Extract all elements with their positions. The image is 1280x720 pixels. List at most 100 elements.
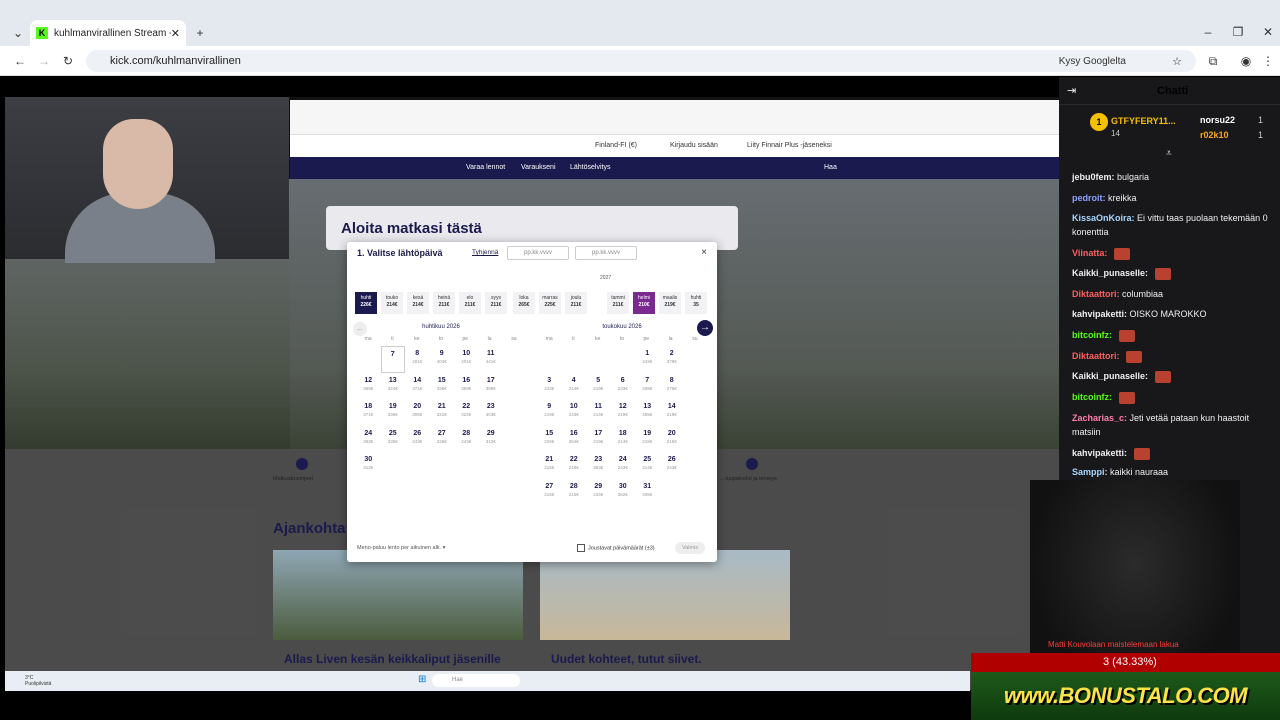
calendar-day[interactable]: 21 321€ xyxy=(430,399,455,426)
chat-username[interactable]: Kaikki_punaselle: xyxy=(1072,268,1148,278)
chat-username[interactable]: Zacharias_c: xyxy=(1072,413,1127,423)
chat-username[interactable]: jebu0fem: xyxy=(1072,172,1115,182)
calendar-day[interactable]: 8 275€ xyxy=(660,373,685,400)
card-title-1[interactable]: Allas Liven kesän keikkaliput jäsenille xyxy=(284,652,501,666)
calendar-day[interactable]: 28 215€ xyxy=(562,479,587,506)
calendar-day[interactable]: 12 369€ xyxy=(356,373,381,400)
chat-username[interactable]: pedroit: xyxy=(1072,193,1106,203)
calendar-day[interactable]: 16 359€ xyxy=(454,373,479,400)
month-cell[interactable]: loka 265€ xyxy=(513,292,535,314)
month-cell[interactable]: maalis 219€ xyxy=(659,292,681,314)
calendar-day[interactable]: 1 243€ xyxy=(635,346,660,373)
calendar-day[interactable]: 14 371€ xyxy=(405,373,430,400)
calendar-day[interactable]: 24 243€ xyxy=(611,452,636,479)
calendar-day[interactable]: 15 226€ xyxy=(537,426,562,453)
calendar-day[interactable]: 23 403€ xyxy=(479,399,504,426)
chat-filter-icon[interactable]: ⩡ xyxy=(1166,148,1172,159)
gifter-2-name[interactable]: norsu22 xyxy=(1200,115,1235,125)
calendar-day[interactable]: 5 219€ xyxy=(586,373,611,400)
price-basis-dropdown[interactable]: Meno-paluu lento per aikuinen alk. ▾ xyxy=(357,545,445,551)
close-window-icon[interactable]: ✕ xyxy=(1260,24,1276,40)
calendar-day[interactable]: 21 215€ xyxy=(537,452,562,479)
nav-search[interactable]: Haa xyxy=(824,164,837,171)
depart-date-field[interactable]: pp.kk.vvvv xyxy=(507,246,569,260)
calendar-day[interactable]: 31 406€ xyxy=(635,479,660,506)
calendar-day[interactable]: 24 362€ xyxy=(356,426,381,453)
month-cell[interactable]: huhti 226€ xyxy=(355,292,377,314)
calendar-day[interactable]: 22 219€ xyxy=(562,452,587,479)
calendar-day[interactable]: 18 214€ xyxy=(611,426,636,453)
card-image-1[interactable] xyxy=(273,550,523,640)
calendar-day[interactable]: 25 214€ xyxy=(635,452,660,479)
calendar-day[interactable]: 17 388€ xyxy=(479,373,504,400)
close-icon[interactable]: × xyxy=(701,247,707,258)
calendar-day[interactable]: 8 401€ xyxy=(405,346,430,373)
calendar-day[interactable]: 27 215€ xyxy=(537,479,562,506)
calendar-day[interactable]: 12 219€ xyxy=(611,399,636,426)
gifter-3-name[interactable]: r02k10 xyxy=(1200,130,1229,140)
ask-google-button[interactable]: Kysy Googlelta xyxy=(1059,56,1126,67)
new-tab-icon[interactable]: + xyxy=(192,26,208,40)
minimize-icon[interactable]: – xyxy=(1200,24,1216,40)
gifter-1-name[interactable]: GTFYFERY11... xyxy=(1111,116,1176,126)
chat-username[interactable]: Diktaattori: xyxy=(1072,351,1120,361)
calendar-day[interactable]: 25 335€ xyxy=(381,426,406,453)
card-image-2[interactable] xyxy=(540,550,790,640)
chat-username[interactable]: Samppi: xyxy=(1072,467,1108,477)
nav-my-bookings[interactable]: Varaukseni xyxy=(521,164,556,171)
url-field[interactable]: kick.com/kuhlmanvirallinen Kysy Googlelt… xyxy=(86,50,1196,72)
chat-username[interactable]: Kaikki_punaselle: xyxy=(1072,371,1148,381)
calendar-day[interactable]: 17 219€ xyxy=(586,426,611,453)
chat-username[interactable]: Diktaattori: xyxy=(1072,289,1120,299)
calendar-day[interactable]: 30 362€ xyxy=(611,479,636,506)
calendar-day[interactable]: 29 234€ xyxy=(586,479,611,506)
menu-kebab-icon[interactable]: ⋮ xyxy=(1260,53,1276,69)
clear-button[interactable]: Tyhjennä xyxy=(472,249,498,256)
browser-tab[interactable]: K kuhlmanvirallinen Stream - Wat ✕ xyxy=(30,20,186,46)
bookmark-star-icon[interactable]: ☆ xyxy=(1172,55,1182,68)
calendar-day[interactable]: 11 214€ xyxy=(586,399,611,426)
calendar-day[interactable]: 10 401€ xyxy=(454,346,479,373)
chat-username[interactable]: bitcoinfz: xyxy=(1072,330,1112,340)
restore-icon[interactable]: ❐ xyxy=(1230,24,1246,40)
calendar-day[interactable]: 7 299€ xyxy=(635,373,660,400)
month-cell[interactable]: joulu 211€ xyxy=(565,292,587,314)
taskbar-weather[interactable]: 3°C Puolipilvistä xyxy=(25,675,55,687)
login-link[interactable]: Kirjaudu sisään xyxy=(670,142,718,149)
calendar-day[interactable]: 13 324€ xyxy=(381,373,406,400)
month-cell[interactable]: kesä 214€ xyxy=(407,292,429,314)
calendar-day[interactable]: 20 215€ xyxy=(660,426,685,453)
return-date-field[interactable]: pp.kk.vvvv xyxy=(575,246,637,260)
calendar-day[interactable]: 18 371€ xyxy=(356,399,381,426)
month-cell[interactable]: touko 214€ xyxy=(381,292,403,314)
chat-username[interactable]: Viinatta: xyxy=(1072,248,1107,258)
join-plus-link[interactable]: Liity Finnair Plus -jäseneksi xyxy=(747,142,832,149)
chat-username[interactable]: bitcoinfz: xyxy=(1072,392,1112,402)
month-cell[interactable]: syys 211€ xyxy=(485,292,507,314)
calendar-day[interactable]: 29 312€ xyxy=(479,426,504,453)
chat-username[interactable]: KissaOnKoira: xyxy=(1072,213,1135,223)
forward-icon[interactable]: → xyxy=(36,53,52,69)
calendar-day[interactable]: 9 219€ xyxy=(537,399,562,426)
calendar-day[interactable]: 16 364€ xyxy=(562,426,587,453)
back-icon[interactable]: ← xyxy=(12,53,28,69)
windows-start-icon[interactable]: ⊞ xyxy=(418,674,426,685)
checkbox-icon[interactable] xyxy=(577,544,585,552)
card-title-2[interactable]: Uudet kohteet, tutut siivet. xyxy=(551,652,702,666)
calendar-day[interactable]: 11 441€ xyxy=(479,346,504,373)
extensions-icon[interactable]: ⧉ xyxy=(1205,53,1221,69)
close-tab-icon[interactable]: ✕ xyxy=(171,27,180,40)
flexible-dates-checkbox[interactable]: Joustavat päivämäärät (±3) xyxy=(577,544,655,552)
calendar-day[interactable]: 26 243€ xyxy=(660,452,685,479)
calendar-day[interactable]: 22 322€ xyxy=(454,399,479,426)
calendar-day[interactable]: 26 243€ xyxy=(405,426,430,453)
calendar-day[interactable]: 13 455€ xyxy=(635,399,660,426)
calendar-day[interactable]: 10 243€ xyxy=(562,399,587,426)
calendar-day[interactable]: 28 243€ xyxy=(454,426,479,453)
calendar-day[interactable]: 20 305€ xyxy=(405,399,430,426)
chat-username[interactable]: kahvipaketti: xyxy=(1072,448,1127,458)
collapse-chat-icon[interactable]: ⇥ xyxy=(1067,84,1076,97)
bonustalo-banner[interactable]: www.BONUSTALO.COM xyxy=(971,672,1280,720)
calendar-day[interactable]: 14 219€ xyxy=(660,399,685,426)
calendar-day[interactable]: 19 336€ xyxy=(381,399,406,426)
